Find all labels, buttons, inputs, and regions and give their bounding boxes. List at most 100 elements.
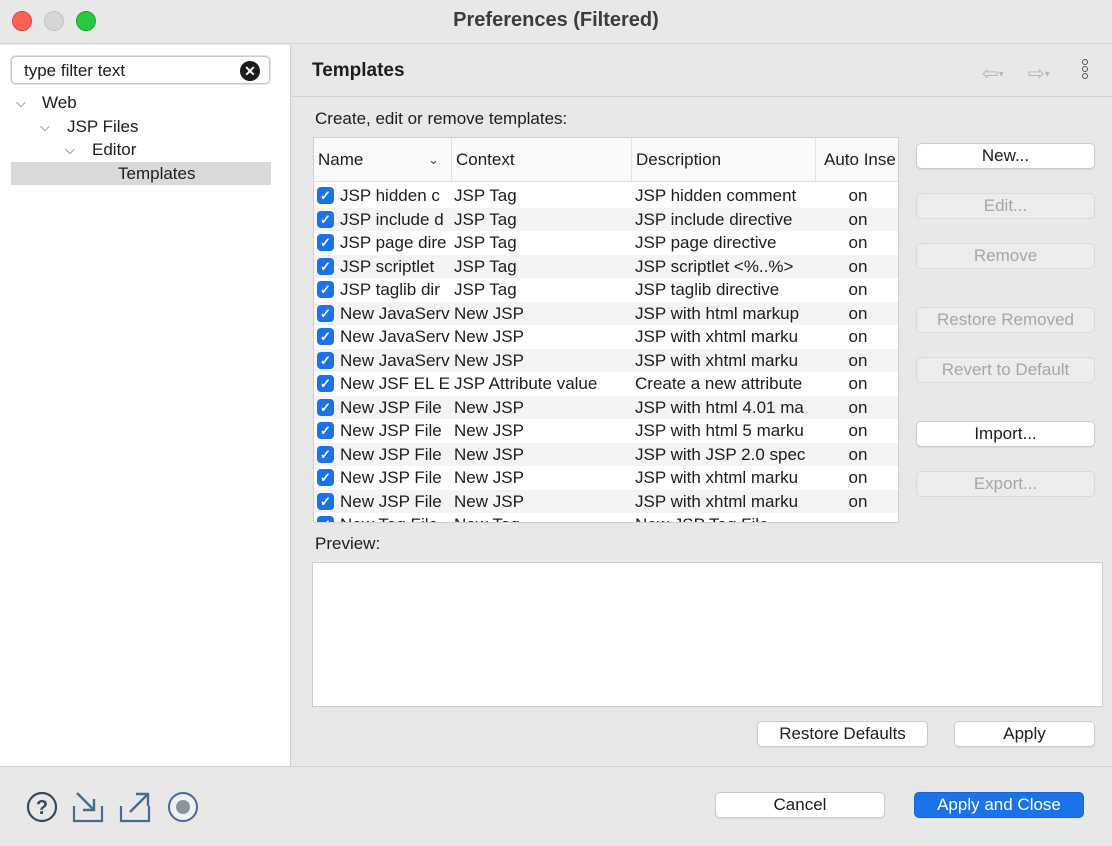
enabled-checkbox[interactable]: ✓ xyxy=(317,187,334,204)
enabled-checkbox[interactable]: ✓ xyxy=(317,328,334,345)
cancel-button[interactable]: Cancel xyxy=(715,792,885,818)
cell-name: JSP page dire xyxy=(340,233,447,252)
table-row[interactable]: ✓ JSP taglib dir JSP Tag JSP taglib directi… xyxy=(314,278,898,302)
table-row[interactable]: ✓ New JavaServ New JSP JSP with xhtml marku… xyxy=(314,348,898,372)
edit-template-button[interactable]: Edit... xyxy=(916,193,1095,219)
table-row[interactable]: ✓ JSP scriptlet JSP Tag JSP scriptlet <%..%… xyxy=(314,254,898,278)
cell-context: New JSP xyxy=(454,327,524,346)
record-icon[interactable] xyxy=(166,790,200,824)
table-row[interactable]: ✓ New JSP File New JSP JSP with xhtml marku… xyxy=(314,489,898,513)
cell-auto: on xyxy=(848,280,868,299)
enabled-checkbox[interactable]: ✓ xyxy=(317,351,334,369)
revert-to-default-button[interactable]: Revert to Default xyxy=(916,357,1095,383)
table-header: Name ⌄ Context Description Auto Inse xyxy=(314,138,898,182)
enabled-checkbox[interactable]: ✓ xyxy=(317,210,334,228)
table-row[interactable]: ✓ JSP include d JSP Tag JSP include directi… xyxy=(314,207,898,231)
table-row[interactable]: ✓ New JSF EL E JSP Attribute value Create a… xyxy=(314,372,898,396)
cell-auto: on xyxy=(848,468,868,487)
cell-name: New Tag File xyxy=(340,513,450,522)
sort-chevron-icon: ⌄ xyxy=(428,152,439,167)
enabled-checkbox[interactable]: ✓ xyxy=(317,234,334,251)
cell-description: JSP scriptlet <%..%> xyxy=(635,256,794,276)
restore-removed-button[interactable]: Restore Removed xyxy=(916,307,1095,333)
column-header-context[interactable]: Context xyxy=(452,138,632,182)
tree-item-jsp-files[interactable]: ⌵ JSP Files xyxy=(14,115,264,138)
new-template-button[interactable]: New... xyxy=(916,143,1095,169)
cell-auto: on xyxy=(848,233,868,252)
cell-context: JSP Attribute value xyxy=(454,374,598,393)
enabled-checkbox[interactable]: ✓ xyxy=(317,257,334,275)
apply-and-close-button[interactable]: Apply and Close xyxy=(914,792,1084,818)
cell-name: JSP scriptlet xyxy=(340,256,435,276)
templates-table[interactable]: Name ⌄ Context Description Auto Inse ✓ JS… xyxy=(313,137,899,523)
forward-icon[interactable]: ⇨▾ xyxy=(1028,61,1050,86)
table-row[interactable]: ✓ New JavaServ New JSP JSP with xhtml marku… xyxy=(314,325,898,349)
dialog-footer: ? Cancel Apply and Close xyxy=(0,766,1112,846)
table-row[interactable]: ✓ New JavaServ New JSP JSP with html markup… xyxy=(314,301,898,325)
tree-item-templates[interactable]: Templates xyxy=(14,162,264,185)
cell-description: New JSP Tag File xyxy=(635,513,813,522)
column-header-description[interactable]: Description xyxy=(632,138,816,182)
table-row[interactable]: ✓ New JSP File New JSP JSP with html 5 mark… xyxy=(314,419,898,443)
cell-name: JSP include d xyxy=(340,209,444,229)
preview-area[interactable] xyxy=(312,562,1103,707)
enabled-checkbox[interactable]: ✓ xyxy=(317,445,334,463)
clear-filter-icon[interactable]: ✕ xyxy=(240,61,260,81)
cell-auto: on xyxy=(848,374,868,393)
cell-auto: on xyxy=(848,327,868,346)
cell-description: JSP with html 4.01 ma xyxy=(635,397,804,417)
export-icon[interactable] xyxy=(118,790,152,824)
window-title: Preferences (Filtered) xyxy=(453,9,659,31)
tree-item-editor[interactable]: ⌵ Editor xyxy=(14,138,264,161)
apply-button[interactable]: Apply xyxy=(954,721,1095,747)
enabled-checkbox[interactable]: ✓ xyxy=(317,398,334,416)
enabled-checkbox[interactable]: ✓ xyxy=(317,492,334,510)
cell-context: JSP Tag xyxy=(454,209,517,229)
cell-context: New JSP xyxy=(454,397,524,417)
view-menu-icon[interactable] xyxy=(1082,59,1094,80)
table-row[interactable]: ✓ New JSP File New JSP JSP with html 4.01 m… xyxy=(314,395,898,419)
cell-description: JSP with xhtml marku xyxy=(635,491,799,511)
cell-name: JSP hidden c xyxy=(340,186,440,205)
cell-context: JSP Tag xyxy=(454,233,517,252)
cell-description: JSP include directive xyxy=(635,209,793,229)
import-icon[interactable] xyxy=(71,790,105,824)
table-row[interactable]: ✓ New JSP File New JSP JSP with xhtml marku… xyxy=(314,466,898,490)
chevron-down-icon[interactable]: ⌵ xyxy=(40,115,54,138)
back-icon[interactable]: ⇦▾ xyxy=(982,61,1004,86)
enabled-checkbox[interactable]: ✓ xyxy=(317,281,334,298)
enabled-checkbox[interactable]: ✓ xyxy=(317,516,334,522)
cell-name: New JSF EL E xyxy=(340,374,450,393)
cell-context: JSP Tag xyxy=(454,186,517,205)
table-row[interactable]: ✓ New Tag File New Tag New JSP Tag File xyxy=(314,513,898,522)
enabled-checkbox[interactable]: ✓ xyxy=(317,469,334,486)
cell-context: JSP Tag xyxy=(454,256,517,276)
cell-name: New JavaServ xyxy=(340,303,450,323)
preview-label: Preview: xyxy=(315,534,381,553)
cell-description: JSP with xhtml marku xyxy=(635,327,799,346)
cell-auto: on xyxy=(848,256,868,276)
export-templates-button[interactable]: Export... xyxy=(916,471,1095,497)
help-icon[interactable]: ? xyxy=(25,790,59,824)
enabled-checkbox[interactable]: ✓ xyxy=(317,422,334,439)
enabled-checkbox[interactable]: ✓ xyxy=(317,304,334,322)
filter-field[interactable]: ✕ xyxy=(11,56,270,84)
enabled-checkbox[interactable]: ✓ xyxy=(317,375,334,392)
column-header-auto-insert[interactable]: Auto Inse xyxy=(816,138,898,182)
import-templates-button[interactable]: Import... xyxy=(916,421,1095,447)
cell-context: New JSP xyxy=(454,491,524,511)
table-row[interactable]: ✓ JSP hidden c JSP Tag JSP hidden comment on xyxy=(314,184,898,208)
column-header-name[interactable]: Name ⌄ xyxy=(314,138,452,182)
tree-item-label: JSP Files xyxy=(67,117,139,136)
page-title: Templates xyxy=(312,60,405,81)
table-row[interactable]: ✓ JSP page dire JSP Tag JSP page directive o… xyxy=(314,231,898,255)
filter-input[interactable] xyxy=(24,60,234,82)
table-row[interactable]: ✓ New JSP File New JSP JSP with JSP 2.0 spe… xyxy=(314,442,898,466)
tree-item-web[interactable]: ⌵ Web xyxy=(14,91,264,114)
cell-description: JSP with html 5 marku xyxy=(635,421,804,440)
chevron-down-icon[interactable]: ⌵ xyxy=(16,91,30,114)
chevron-down-icon[interactable]: ⌵ xyxy=(65,138,79,161)
remove-template-button[interactable]: Remove xyxy=(916,243,1095,269)
restore-defaults-button[interactable]: Restore Defaults xyxy=(757,721,928,747)
tree-item-label: Editor xyxy=(92,140,137,159)
